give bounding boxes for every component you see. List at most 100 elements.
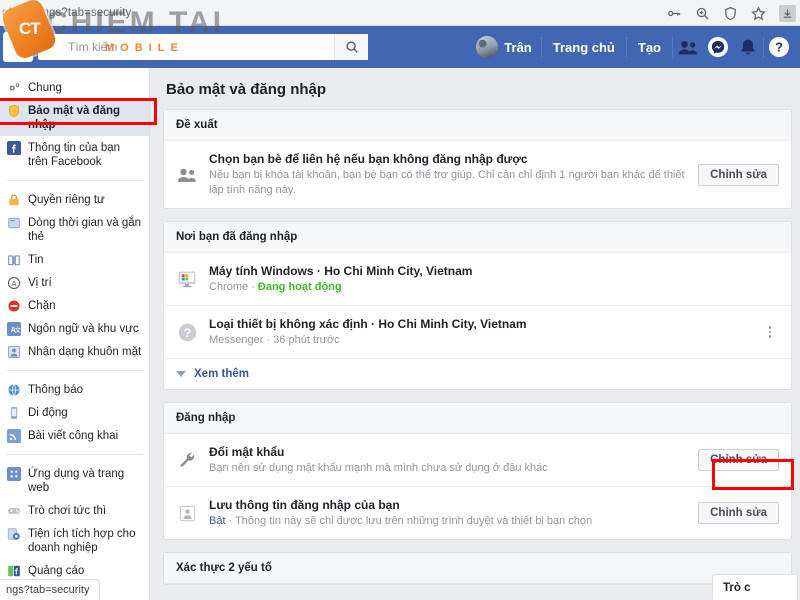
search-button[interactable]: [334, 34, 368, 60]
chat-dock[interactable]: Trò c: [712, 574, 798, 600]
card-heading: Đăng nhập: [164, 403, 791, 434]
card-xac-thuc-2-yeu-to: Xác thực 2 yếu tố: [163, 552, 792, 585]
nav-create[interactable]: Tạo: [627, 40, 672, 55]
sidebar-item-vi-tri[interactable]: A Vị trí: [0, 271, 149, 294]
nav-profile[interactable]: Trân: [467, 36, 540, 58]
sidebar-label: Nhận dạng khuôn mặt: [28, 346, 142, 358]
address-bar-url[interactable]: ok.co ttings?tab=security: [0, 7, 131, 19]
page-title: Bảo mật và đăng nhập: [166, 81, 327, 98]
row-text: Máy tính Windows · Ho Chi Minh City, Vie…: [209, 263, 779, 295]
row-trusted-contacts: Chọn bạn bè để liên hệ nếu bạn không đăn…: [164, 141, 791, 208]
sidebar-label: Chặn: [28, 300, 56, 312]
sidebar-item-thong-tin-facebook[interactable]: Thông tin của bạn trên Facebook: [0, 136, 149, 173]
download-icon[interactable]: [779, 4, 796, 22]
see-more-label: Xem thêm: [194, 368, 249, 380]
save-login-desc: · Thông tin này sẽ chỉ được lưu trên nhữ…: [225, 515, 593, 527]
sidebar-label: Quyền riêng tư: [28, 194, 105, 206]
key-icon[interactable]: [667, 6, 682, 21]
sidebar-divider: [7, 454, 143, 455]
session-browser: Chrome ·: [209, 281, 258, 293]
sidebar-label: Quảng cáo: [28, 565, 85, 577]
edit-password-button[interactable]: Chỉnh sửa: [698, 449, 779, 471]
card-noi-ban-da-dang-nhap: Nơi bạn đã đăng nhập Máy tính Windows · …: [163, 221, 792, 390]
row-title: Máy tính Windows · Ho Chi Minh City, Vie…: [209, 264, 473, 278]
browser-icon-group: [667, 0, 796, 26]
windows-computer-icon: [176, 269, 198, 289]
lock-icon: [7, 193, 21, 207]
row-session-unknown: ? Loại thiết bị không xác định · Ho Chi …: [164, 306, 791, 359]
row-subtitle: Messenger · 36 phút trước: [209, 334, 340, 346]
row-doi-mat-khau: Đổi mật khẩu Bạn nên sử dụng mật khẩu mạ…: [164, 434, 791, 487]
sidebar-label: Vị trí: [28, 277, 52, 289]
sidebar-item-bai-viet-cong-khai[interactable]: Bài viết công khai: [0, 424, 149, 447]
business-integrations-icon: [7, 527, 21, 541]
sidebar-item-bao-mat-va-dang-nhap[interactable]: Bảo mật và đăng nhập: [0, 99, 149, 136]
chat-dock-label: Trò c: [723, 581, 751, 594]
avatar: [476, 36, 499, 58]
sidebar-item-di-dong[interactable]: Di động: [0, 401, 149, 424]
row-luu-thong-tin-dang-nhap: Lưu thông tin đăng nhập của bạn Bật · Th…: [164, 487, 791, 539]
sidebar-item-tro-choi-tuc-thi[interactable]: Trò chơi tức thì: [0, 499, 149, 522]
row-text: Chọn bạn bè để liên hệ nếu bạn không đăn…: [209, 151, 687, 198]
more-options-icon[interactable]: [761, 326, 779, 338]
see-more-button[interactable]: Xem thêm: [164, 359, 791, 389]
sidebar-label: Thông tin của bạn trên Facebook: [28, 142, 121, 168]
sidebar-label: Ứng dụng và trang web: [28, 468, 125, 494]
facebook-logo[interactable]: [3, 32, 33, 62]
friends-icon: [176, 167, 198, 183]
sidebar-item-tien-ich-tich-hop[interactable]: Tiện ích tích hợp cho doanh nghiệp: [0, 522, 149, 559]
sidebar-item-chan[interactable]: Chặn: [0, 294, 149, 317]
status-bar-url: ngs?tab=security: [0, 579, 101, 600]
svg-text:?: ?: [183, 325, 190, 339]
edit-saved-login-button[interactable]: Chỉnh sửa: [698, 502, 779, 524]
browser-toolbar: ok.co ttings?tab=security: [0, 0, 800, 26]
card-heading: Đề xuất: [164, 110, 791, 141]
card-heading: Xác thực 2 yếu tố: [164, 553, 791, 584]
row-subtitle: Nếu bạn bị khóa tài khoản, bạn bè bạn có…: [209, 169, 685, 196]
block-icon: [7, 299, 21, 313]
sidebar-label: Di động: [28, 407, 68, 419]
sidebar-item-quyen-rieng-tu[interactable]: Quyền riêng tư: [0, 188, 149, 211]
help-icon[interactable]: ?: [764, 32, 794, 62]
row-text: Lưu thông tin đăng nhập của bạn Bật · Th…: [209, 497, 687, 529]
session-status: Đang hoạt động: [257, 281, 342, 293]
language-icon: A 文: [7, 322, 21, 336]
save-login-icon: [176, 504, 198, 523]
notifications-icon[interactable]: [733, 32, 763, 62]
facebook-header: Trân Trang chủ Tạo: [0, 26, 800, 68]
sidebar-item-dong-thoi-gian[interactable]: Dòng thời gian và gắn thẻ: [0, 211, 149, 248]
row-title: Đổi mật khẩu: [209, 445, 285, 459]
globe-notification-icon: [7, 383, 21, 397]
star-icon[interactable]: [751, 5, 766, 21]
sidebar-item-nhan-dang-khuon-mat[interactable]: Nhận dạng khuôn mặt: [0, 340, 149, 363]
zoom-search-icon[interactable]: [695, 6, 710, 21]
row-subtitle: Chrome · Đang hoạt động: [209, 280, 779, 295]
edit-button[interactable]: Chỉnh sửa: [698, 163, 779, 186]
sidebar-item-thong-bao[interactable]: Thông báo: [0, 378, 149, 401]
shield-icon[interactable]: [723, 6, 738, 21]
page-body: Chung Bảo mật và đăng nhập Thông tin của…: [0, 68, 800, 600]
sidebar-item-chung[interactable]: Chung: [0, 76, 149, 99]
sidebar-label: Ngôn ngữ và khu vực: [28, 323, 139, 335]
mobile-icon: [7, 406, 21, 420]
settings-sidebar: Chung Bảo mật và đăng nhập Thông tin của…: [0, 68, 150, 600]
messenger-icon[interactable]: [703, 32, 733, 62]
apps-icon: [7, 467, 21, 481]
sidebar-item-ung-dung-va-trang-web[interactable]: Ứng dụng và trang web: [0, 462, 149, 499]
card-de-xuat: Đề xuất Chọn bạn bè để liên hệ nếu bạn k…: [163, 109, 792, 209]
shield-lock-icon: [7, 104, 21, 118]
sidebar-item-tin[interactable]: Tin: [0, 248, 149, 271]
rss-icon: [7, 429, 21, 443]
row-session-windows: Máy tính Windows · Ho Chi Minh City, Vie…: [164, 253, 791, 306]
row-text: Đổi mật khẩu Bạn nên sử dụng mật khẩu mạ…: [209, 444, 687, 476]
svg-text:A: A: [11, 279, 17, 288]
wrench-icon: [176, 451, 198, 469]
friend-requests-icon[interactable]: [673, 32, 703, 62]
nav-home[interactable]: Trang chủ: [542, 40, 626, 55]
stories-icon: [7, 253, 21, 267]
search-input[interactable]: [38, 34, 334, 60]
sidebar-label: Tiện ích tích hợp cho doanh nghiệp: [28, 528, 136, 554]
save-login-state: Bật: [209, 515, 226, 527]
sidebar-item-ngon-ngu[interactable]: A 文 Ngôn ngữ và khu vực: [0, 317, 149, 340]
gamepad-icon: [7, 504, 21, 518]
